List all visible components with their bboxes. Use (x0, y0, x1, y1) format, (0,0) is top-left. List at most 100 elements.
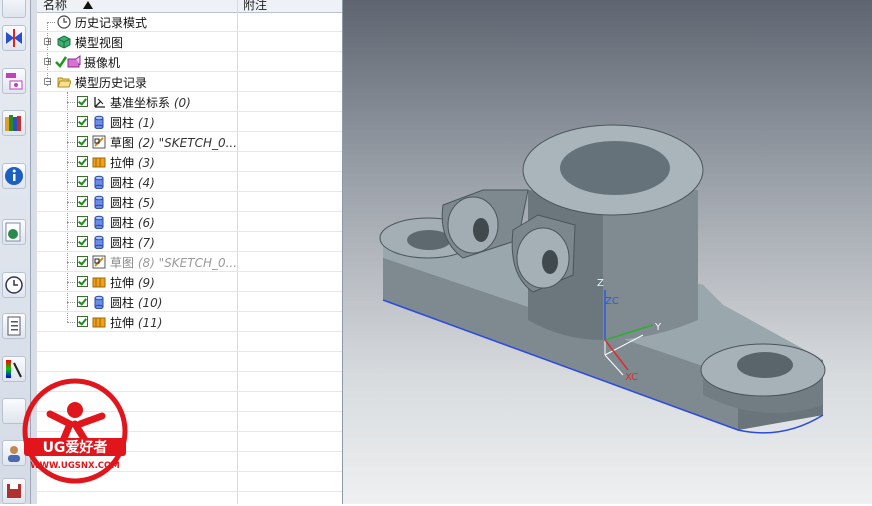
cylinder-icon (94, 195, 104, 209)
history-button[interactable] (2, 272, 26, 298)
feature-row[interactable]: 圆柱 (4) (37, 172, 342, 192)
feature-id: (5) (137, 196, 155, 210)
constraint-icon (6, 29, 22, 47)
feature-checkbox[interactable] (77, 96, 88, 107)
feature-name: 圆柱 (110, 216, 135, 230)
feature-checkbox[interactable] (77, 296, 88, 307)
feature-id: (8) "SKETCH_0... (137, 256, 238, 270)
clock-icon (5, 276, 23, 294)
feature-name: 圆柱 (110, 116, 135, 130)
sort-ascending-icon[interactable] (83, 1, 93, 9)
tree-row-model-views[interactable]: + 模型视图 (37, 32, 342, 52)
feature-row[interactable]: 拉伸 (3) (37, 152, 342, 172)
expand-icon[interactable]: + (44, 38, 52, 46)
feature-name: 拉伸 (110, 316, 135, 330)
reuse-library-button[interactable] (2, 110, 26, 136)
tree-label: 摄像机 (84, 56, 121, 70)
feature-id: (7) (137, 236, 155, 250)
process-studio-button[interactable] (2, 313, 26, 339)
triad-z-label: Z (597, 278, 604, 289)
feature-checkbox[interactable] (77, 216, 88, 227)
feature-row[interactable]: 拉伸 (9) (37, 272, 342, 292)
feature-row[interactable]: 圆柱 (6) (37, 212, 342, 232)
sketch-icon (92, 255, 106, 269)
list-document-icon (7, 316, 21, 336)
feature-id: (3) (137, 156, 155, 170)
assembly-navigator-button[interactable] (2, 0, 26, 18)
datum-csys-icon (94, 97, 105, 108)
feature-name: 圆柱 (110, 296, 135, 310)
history-clock-icon (57, 15, 71, 29)
feature-checkbox[interactable] (77, 136, 88, 147)
feature-row[interactable]: 圆柱 (5) (37, 192, 342, 212)
feature-name: 圆柱 (110, 236, 135, 250)
feature-checkbox[interactable] (77, 236, 88, 247)
extrude-icon (92, 277, 106, 288)
extrude-icon (92, 157, 106, 168)
feature-id: (2) "SKETCH_0... (137, 136, 238, 150)
3d-part-model[interactable]: Z ZC Y XC (343, 0, 872, 504)
triad-xc-label: XC (625, 372, 638, 383)
model-views-cube-icon (57, 35, 71, 49)
collapse-icon[interactable]: − (44, 78, 52, 86)
triad-zc-label: ZC (605, 296, 619, 307)
feature-id: (6) (137, 216, 155, 230)
info-icon (5, 167, 23, 185)
constraint-navigator-button[interactable] (2, 25, 26, 51)
info-button[interactable] (2, 163, 26, 189)
web-browser-button[interactable] (2, 219, 26, 245)
feature-id: (4) (137, 176, 155, 190)
watermark-brand: UG爱好者 (43, 439, 108, 456)
web-globe-icon (5, 222, 21, 242)
part-navigator-button[interactable] (2, 68, 26, 94)
feature-checkbox[interactable] (77, 256, 88, 267)
library-books-icon (5, 115, 21, 131)
feature-checkbox[interactable] (77, 316, 88, 327)
green-check-icon (55, 56, 67, 68)
feature-row[interactable]: 圆柱 (10) (37, 292, 342, 312)
feature-row[interactable]: 圆柱 (1) (37, 112, 342, 132)
tree-row-cameras[interactable]: + 摄像机 (37, 52, 342, 72)
tree-label: 历史记录模式 (75, 16, 148, 30)
feature-row[interactable]: 拉伸 (11) (37, 312, 342, 332)
empty-row (37, 352, 342, 372)
feature-name: 圆柱 (110, 176, 135, 190)
ug-fans-watermark-logo: UG爱好者 WWW.UGSNX.COM (22, 378, 128, 484)
feature-name: 草图 (110, 256, 135, 270)
extrude-icon (92, 317, 106, 328)
open-folder-icon (57, 77, 71, 88)
tree-row-root[interactable]: 历史记录模式 (37, 12, 342, 32)
feature-name: 拉伸 (110, 276, 135, 290)
feature-id: (10) (137, 296, 163, 310)
feature-name: 草图 (110, 136, 135, 150)
feature-checkbox[interactable] (77, 276, 88, 287)
feature-row[interactable]: 草图 (8) "SKETCH_0... (37, 252, 342, 272)
feature-row[interactable]: 草图 (2) "SKETCH_0... (37, 132, 342, 152)
part-navigator-icon (6, 73, 23, 90)
expand-icon[interactable]: + (44, 58, 52, 66)
tree-label: 模型视图 (75, 36, 124, 50)
feature-name: 基准坐标系 (110, 96, 171, 110)
feature-checkbox[interactable] (77, 116, 88, 127)
feature-checkbox[interactable] (77, 176, 88, 187)
feature-id: (11) (137, 316, 163, 330)
feature-row[interactable]: 基准坐标系 (0) (37, 92, 342, 112)
camera-icon (67, 55, 81, 68)
graphics-window[interactable]: Z ZC Y XC (343, 0, 872, 504)
feature-name: 拉伸 (110, 156, 135, 170)
cylinder-icon (94, 115, 104, 129)
feature-id: (1) (137, 116, 155, 130)
tree-label: 模型历史记录 (75, 76, 148, 90)
cylinder-icon (94, 295, 104, 309)
feature-checkbox[interactable] (77, 156, 88, 167)
empty-row (37, 332, 342, 352)
tree-row-model-history[interactable]: − 模型历史记录 (37, 72, 342, 92)
feature-id: (0) (173, 96, 191, 110)
feature-checkbox[interactable] (77, 196, 88, 207)
feature-row[interactable]: 圆柱 (7) (37, 232, 342, 252)
cylinder-icon (94, 175, 104, 189)
sketch-icon (92, 135, 106, 149)
empty-row (37, 492, 342, 504)
watermark-url: WWW.UGSNX.COM (30, 461, 119, 471)
cylinder-icon (94, 235, 104, 249)
